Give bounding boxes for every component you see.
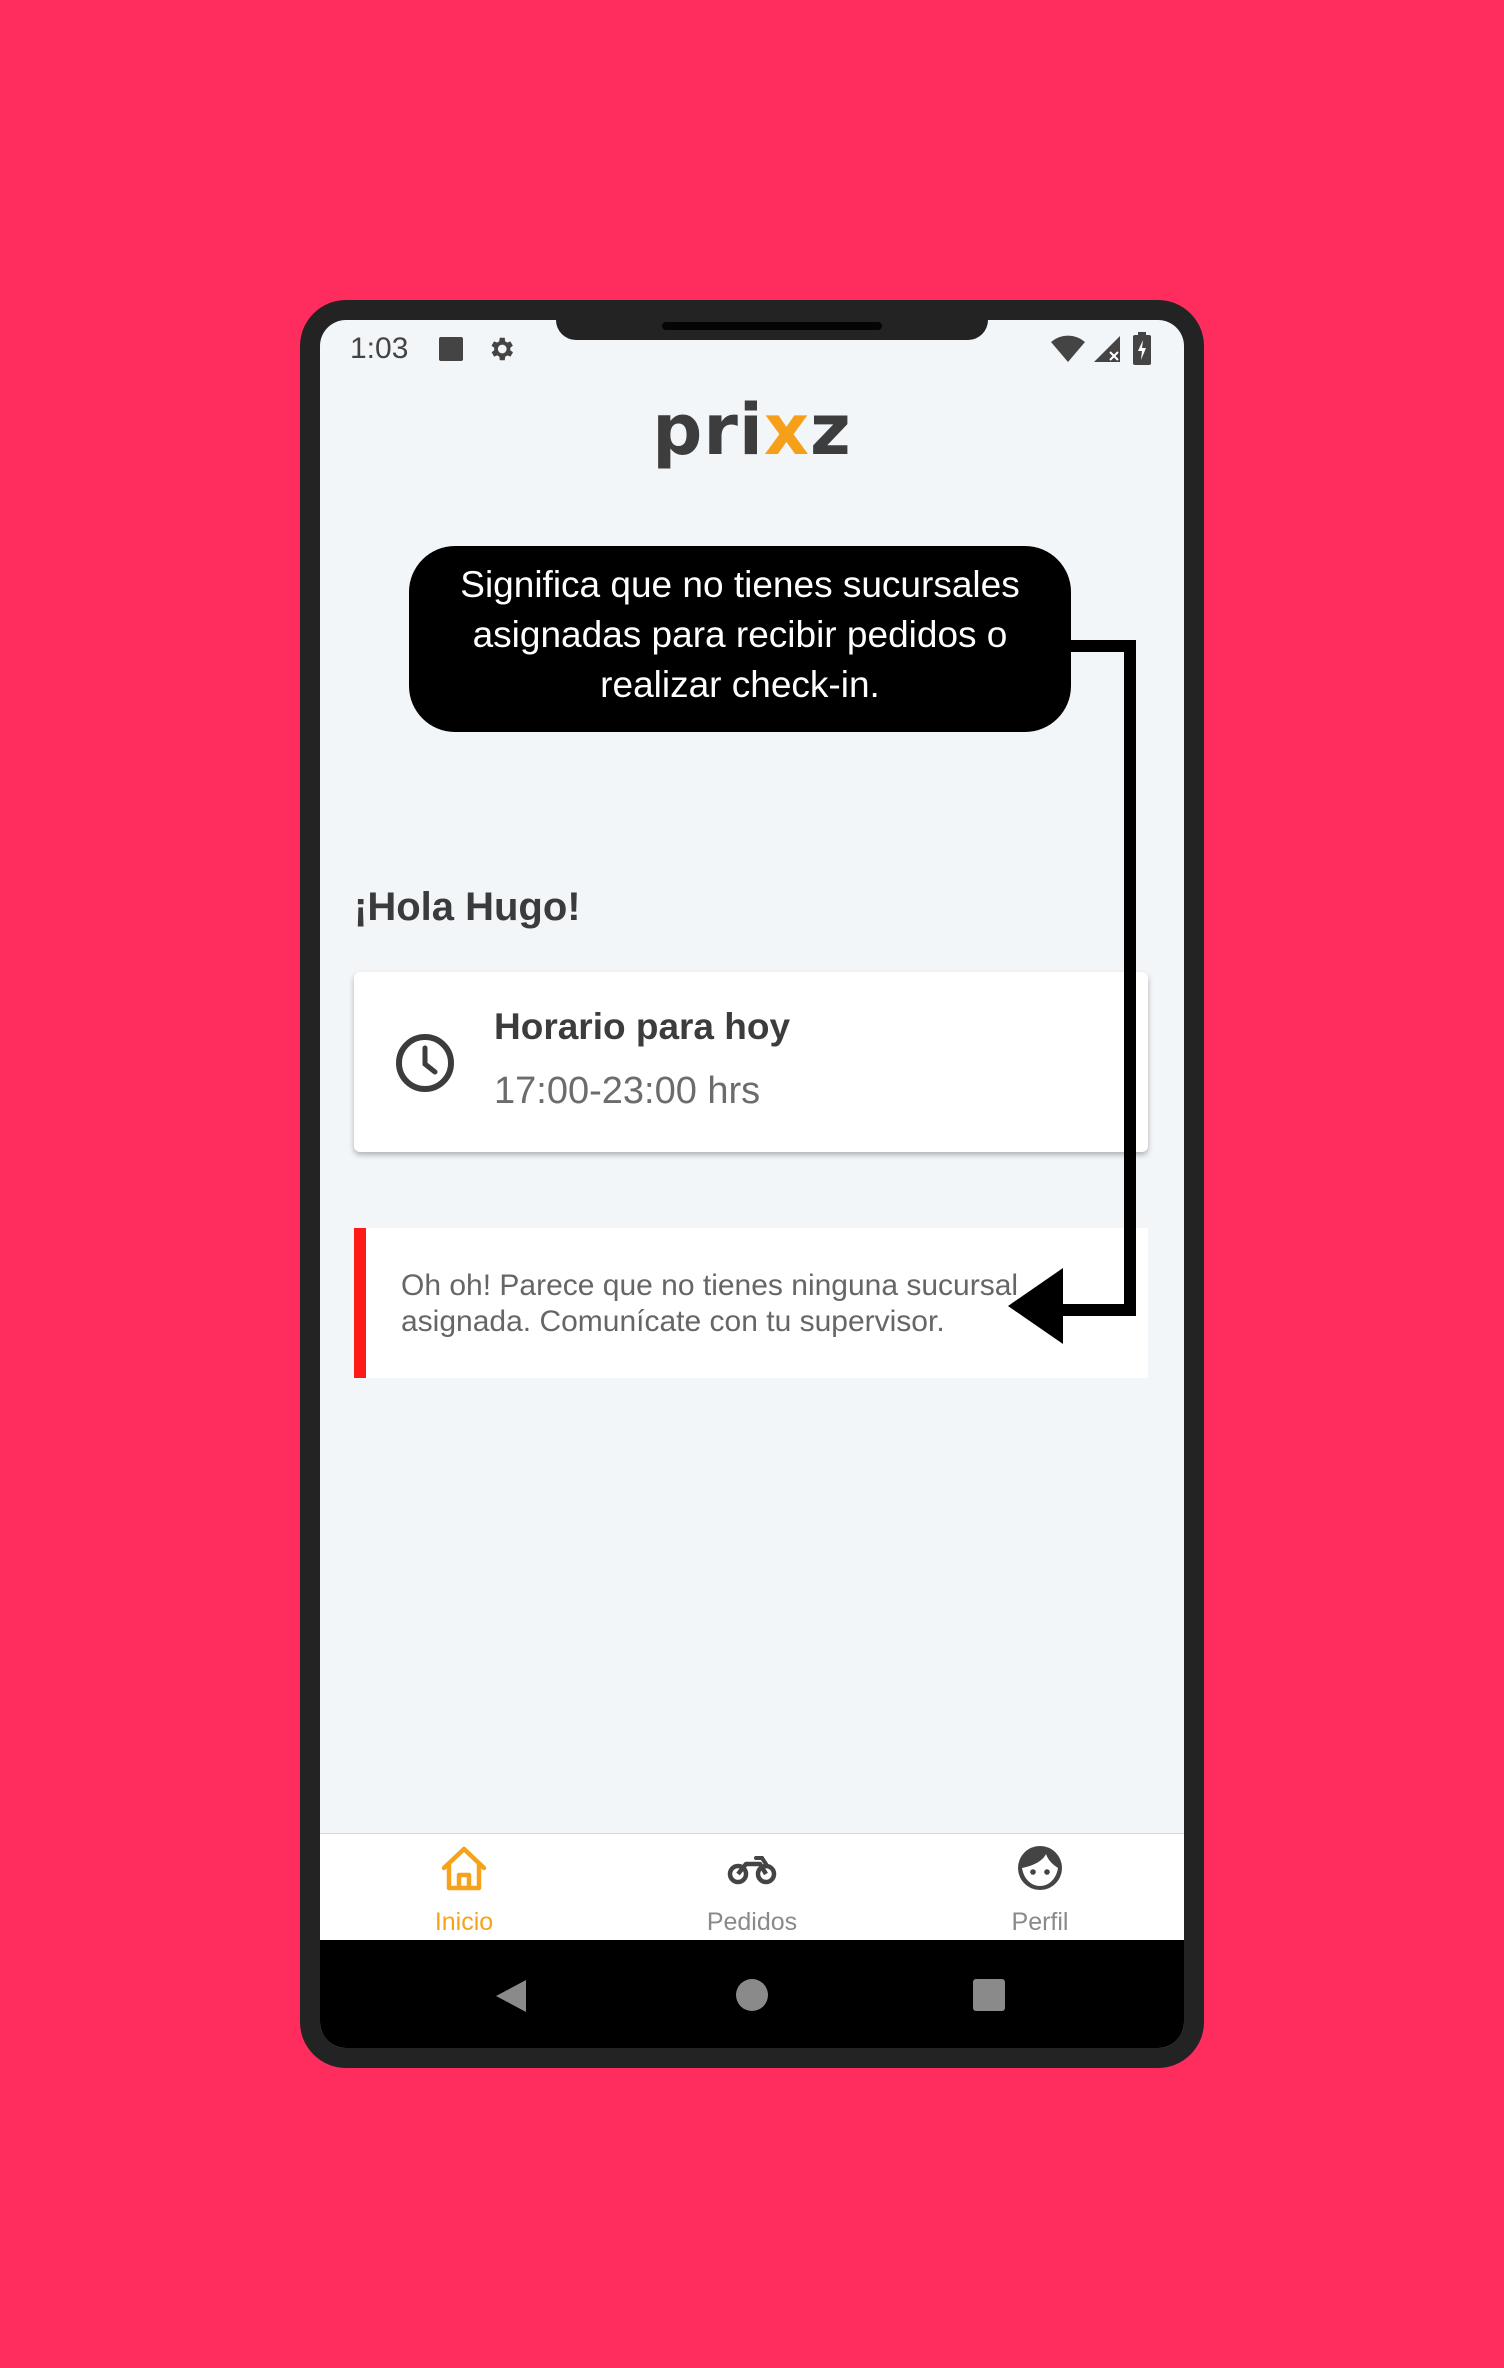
tutorial-arrow-icon: [1008, 640, 1136, 1344]
